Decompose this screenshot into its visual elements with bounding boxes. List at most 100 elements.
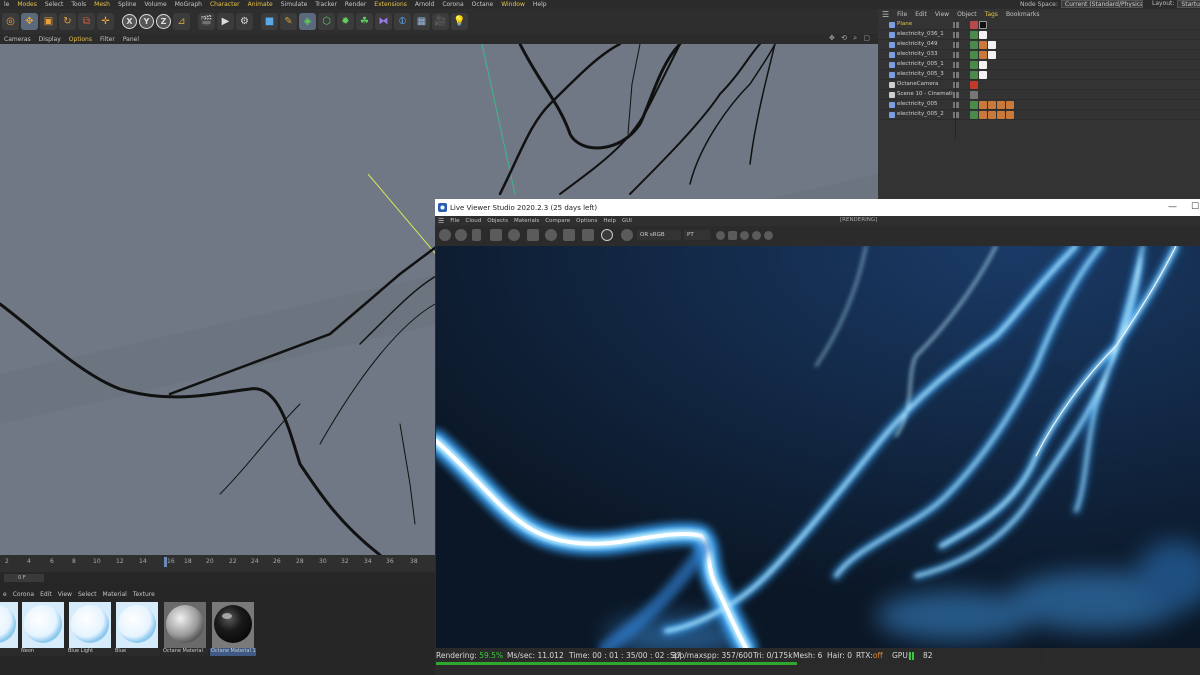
- check-tag-icon[interactable]: [970, 51, 978, 59]
- visibility-toggle[interactable]: [953, 22, 959, 28]
- menu-item-modes[interactable]: Modes: [13, 1, 40, 8]
- current-frame-field[interactable]: 0 F: [4, 574, 44, 582]
- material-tag-icon[interactable]: [979, 21, 987, 29]
- material-swatch[interactable]: Blue Light: [67, 602, 113, 656]
- sweep-tag-icon[interactable]: [1006, 111, 1014, 119]
- object-row[interactable]: electricity_049: [878, 40, 1200, 50]
- phong-tag-icon[interactable]: [970, 21, 978, 29]
- sweep-tag-icon[interactable]: [979, 101, 987, 109]
- menu-item-help[interactable]: Help: [529, 1, 551, 8]
- check-tag-icon[interactable]: [970, 111, 978, 119]
- rotate-icon[interactable]: ↻: [59, 13, 76, 30]
- move-tool-icon[interactable]: ✛: [97, 13, 114, 30]
- material-menu-corona[interactable]: Corona: [10, 591, 37, 598]
- compare-icon[interactable]: [582, 229, 594, 241]
- help-icon[interactable]: [764, 231, 773, 240]
- picker-icon[interactable]: [621, 229, 633, 241]
- object-row[interactable]: electricity_036_1: [878, 30, 1200, 40]
- check-tag-icon[interactable]: [970, 71, 978, 79]
- visibility-toggle[interactable]: [953, 82, 959, 88]
- lv-menu-help[interactable]: Help: [600, 218, 619, 224]
- lv-menu-cloud[interactable]: Cloud: [463, 218, 485, 224]
- material-tag-icon[interactable]: [979, 71, 987, 79]
- settings-icon[interactable]: [439, 229, 451, 241]
- lv-menu-compare[interactable]: Compare: [542, 218, 573, 224]
- menu-item-character[interactable]: Character: [206, 1, 244, 8]
- visibility-toggle[interactable]: [953, 92, 959, 98]
- menu-item-window[interactable]: Window: [497, 1, 529, 8]
- visibility-toggle[interactable]: [953, 52, 959, 58]
- menu-item-animate[interactable]: Animate: [244, 1, 277, 8]
- object-row[interactable]: electricity_005_3: [878, 70, 1200, 80]
- lv-menu-objects[interactable]: Objects: [484, 218, 511, 224]
- material-swatch[interactable]: Blue: [114, 602, 160, 656]
- sweep-tag-icon[interactable]: [979, 41, 987, 49]
- camera-icon[interactable]: 🎥: [432, 13, 449, 30]
- menu-item-corona[interactable]: Corona: [438, 1, 467, 8]
- layout-select[interactable]: Startup: [1177, 0, 1200, 8]
- material-menu-texture[interactable]: Texture: [130, 591, 158, 598]
- save-icon[interactable]: [740, 231, 749, 240]
- subdivision-icon[interactable]: ◈: [299, 13, 316, 30]
- render-tag-icon[interactable]: [970, 91, 978, 99]
- object-menu-edit[interactable]: Edit: [911, 11, 931, 18]
- check-tag-icon[interactable]: [970, 61, 978, 69]
- lv-menu-materials[interactable]: Materials: [511, 218, 542, 224]
- live-viewer-titlebar[interactable]: Live Viewer Studio 2020.2.3 (25 days lef…: [435, 199, 1200, 216]
- render-settings-icon[interactable]: ⚙: [236, 13, 253, 30]
- object-row[interactable]: electricity_005: [878, 100, 1200, 110]
- viewport-menu-filter[interactable]: Filter: [96, 36, 119, 43]
- menu-item-spline[interactable]: Spline: [114, 1, 140, 8]
- object-menu-view[interactable]: View: [931, 11, 953, 18]
- transform-icon[interactable]: ⧉: [78, 13, 95, 30]
- kernel-select[interactable]: PT: [684, 230, 710, 240]
- check-tag-icon[interactable]: [970, 41, 978, 49]
- object-row[interactable]: electricity_033: [878, 50, 1200, 60]
- menu-item-volume[interactable]: Volume: [140, 1, 170, 8]
- material-tag-icon[interactable]: [988, 41, 996, 49]
- object-menu-tags[interactable]: Tags: [981, 11, 1002, 18]
- lv-menu-options[interactable]: Options: [573, 218, 600, 224]
- timeline[interactable]: 2 4 6 8 10 12 14 16 18 20 22 24 26 28 30…: [0, 555, 437, 572]
- material-tag-icon[interactable]: [979, 31, 987, 39]
- visibility-toggle[interactable]: [953, 102, 959, 108]
- object-row-plane[interactable]: Plane: [878, 20, 1200, 30]
- menu-item-tracker[interactable]: Tracker: [311, 1, 341, 8]
- material-tag-icon[interactable]: [979, 61, 987, 69]
- lv-menu-file[interactable]: File: [447, 218, 462, 224]
- visibility-toggle[interactable]: [953, 32, 959, 38]
- sweep-tag-icon[interactable]: [988, 111, 996, 119]
- viewport-nav-icons[interactable]: ✥ ⟲ ⌕ ▢: [829, 34, 872, 43]
- menu-item-extensions[interactable]: Extensions: [370, 1, 411, 8]
- coordinate-icon[interactable]: ⊿: [173, 13, 190, 30]
- material-menu-edit[interactable]: Edit: [37, 591, 55, 598]
- material-menu-create[interactable]: e: [0, 591, 10, 598]
- array-icon[interactable]: ⬡: [318, 13, 335, 30]
- object-menu-file[interactable]: File: [893, 11, 911, 18]
- timeline-playhead[interactable]: [164, 557, 167, 567]
- sphere-icon[interactable]: [545, 229, 557, 241]
- material-swatch[interactable]: Octane Material: [162, 602, 208, 656]
- clapper-icon[interactable]: 🎬: [198, 13, 215, 30]
- x-axis-icon[interactable]: X: [122, 14, 137, 29]
- sweep-tag-icon[interactable]: [997, 111, 1005, 119]
- camera-icon[interactable]: [728, 231, 737, 240]
- export-icon[interactable]: [752, 231, 761, 240]
- circle-icon[interactable]: ◎: [2, 13, 19, 30]
- object-row[interactable]: electricity_005_1: [878, 60, 1200, 70]
- menu-item-mesh[interactable]: Mesh: [90, 1, 114, 8]
- viewport-menu-options[interactable]: Options: [65, 36, 96, 43]
- sweep-tag-icon[interactable]: [1006, 101, 1014, 109]
- y-axis-icon[interactable]: Y: [139, 14, 154, 29]
- hamburger-icon[interactable]: ☰: [878, 10, 893, 19]
- cloner-icon[interactable]: ☘: [356, 13, 373, 30]
- lock-icon[interactable]: [527, 229, 539, 241]
- deformer-icon[interactable]: ⧓: [375, 13, 392, 30]
- pause-icon[interactable]: [472, 229, 481, 241]
- menu-item-select[interactable]: Select: [41, 1, 68, 8]
- grid-icon[interactable]: ▦: [413, 13, 430, 30]
- check-tag-icon[interactable]: [970, 101, 978, 109]
- menu-item-octane[interactable]: Octane: [468, 1, 498, 8]
- scale-icon[interactable]: ▣: [40, 13, 57, 30]
- object-menu-bookmarks[interactable]: Bookmarks: [1002, 11, 1044, 18]
